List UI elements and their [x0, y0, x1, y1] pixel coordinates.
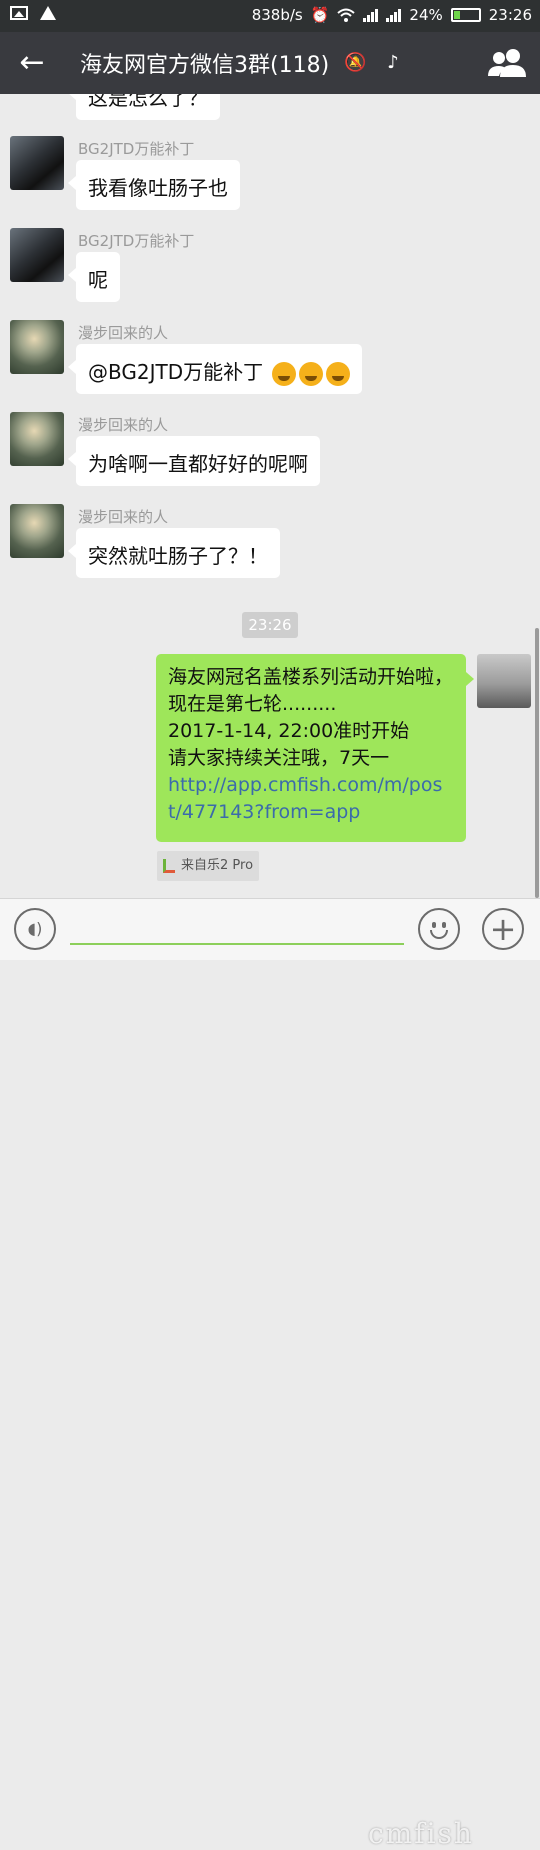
message-list[interactable]: 这是怎么了？ BG2JTD万能补丁 我看像吐肠子也 BG2JTD万能补丁 呢 漫… — [0, 94, 540, 898]
plus-icon[interactable]: + — [482, 908, 524, 950]
status-bar: 838b/s ⏰ 24% 23:26 — [0, 0, 540, 32]
group-members-icon[interactable] — [488, 48, 528, 78]
message-text: 2017-1-14, 22:00准时开始 — [168, 720, 410, 742]
message-bubble[interactable]: 呢 — [68, 252, 120, 302]
message-text: 请大家持续关注哦，7天一 — [168, 747, 390, 769]
sender-name: BG2JTD万能补丁 — [78, 232, 195, 250]
watermark: cmfish — [368, 1817, 474, 1850]
emoji-icon[interactable] — [418, 908, 460, 950]
sender-name: 漫步回来的人 — [78, 416, 169, 434]
net-speed: 838b/s — [251, 6, 303, 24]
chat-header: ← 海友网官方微信3群(118) 🔕 ♪ — [0, 32, 540, 94]
sender-name: 漫步回来的人 — [78, 324, 169, 342]
battery-percent: 24% — [409, 6, 443, 24]
avatar[interactable] — [10, 136, 64, 190]
avatar[interactable] — [10, 504, 64, 558]
my-message-bubble[interactable]: 海友网冠名盖楼系列活动开始啦，现在是第七轮......... 2017-1-14… — [156, 654, 474, 842]
mute-bell-icon: 🔕 — [344, 52, 367, 73]
my-avatar[interactable] — [477, 654, 531, 708]
earpiece-icon[interactable]: ♪ — [382, 52, 404, 74]
avatar[interactable] — [10, 412, 64, 466]
battery-icon — [450, 8, 481, 22]
signal-icon — [386, 8, 402, 22]
crying-laughing-emoji — [272, 361, 297, 386]
crying-laughing-emoji — [326, 361, 351, 386]
message-bubble[interactable]: 突然就吐肠子了？！ — [68, 528, 280, 578]
message-input[interactable] — [70, 943, 404, 945]
time-divider: 23:26 — [242, 612, 298, 638]
scrollbar[interactable] — [535, 628, 539, 898]
image-icon — [10, 6, 28, 20]
crying-laughing-emoji — [299, 361, 324, 386]
status-time: 23:26 — [488, 6, 532, 24]
alarm-icon: ⏰ — [310, 6, 330, 24]
message-bubble[interactable]: 为啥啊一直都好好的呢啊 — [68, 436, 320, 486]
avatar[interactable] — [10, 320, 64, 374]
warning-icon — [40, 6, 56, 20]
message-bubble[interactable]: 我看像吐肠子也 — [68, 160, 240, 210]
message-bubble[interactable]: 这是怎么了？ — [68, 94, 220, 120]
message-text: 海友网冠名盖楼系列活动开始啦，现在是第七轮......... — [168, 666, 454, 715]
avatar[interactable] — [10, 228, 64, 282]
back-arrow-icon[interactable]: ← — [14, 46, 50, 82]
source-app-tag[interactable]: 来自乐2 Pro — [157, 851, 260, 881]
wifi-icon — [337, 8, 356, 22]
message-link[interactable]: http://app.cmfish.com/m/post/477143?from… — [168, 772, 454, 826]
app-icon — [163, 859, 175, 873]
sender-name: BG2JTD万能补丁 — [78, 140, 195, 158]
voice-icon[interactable]: ◖) — [14, 908, 56, 950]
message-bubble[interactable]: @BG2JTD万能补丁 — [67, 344, 363, 394]
signal-icon — [363, 8, 379, 22]
input-bar: ◖) + cmfish — [0, 898, 540, 1850]
chat-title: 海友网官方微信3群(118) — [80, 53, 330, 78]
sender-name: 漫步回来的人 — [78, 508, 169, 526]
